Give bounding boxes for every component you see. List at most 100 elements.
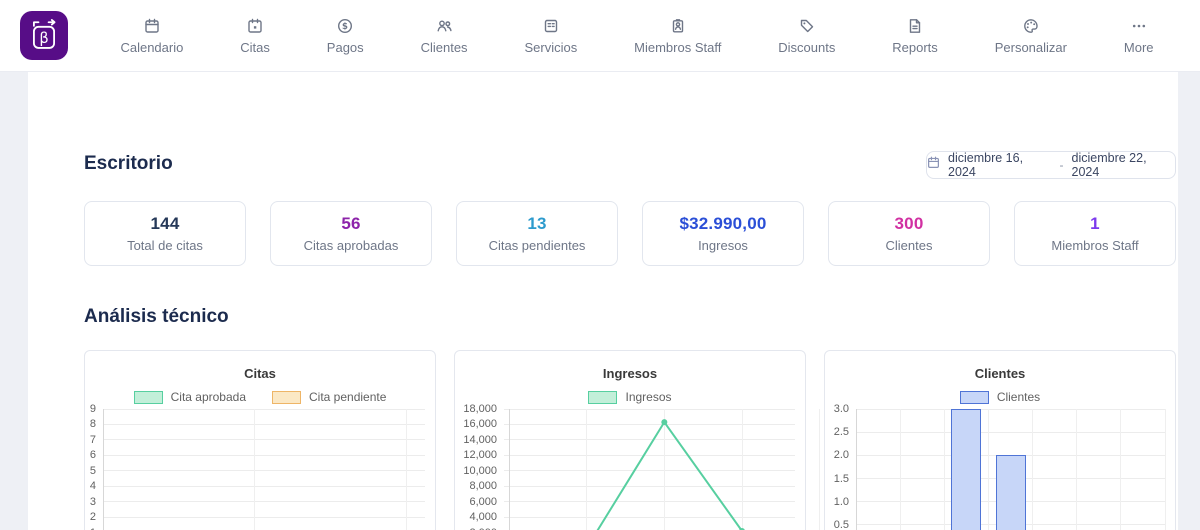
y-axis-tick-label: 3.0 xyxy=(825,403,849,415)
gridline xyxy=(103,409,104,530)
nav-item-label: Discounts xyxy=(778,40,835,55)
calendar-icon xyxy=(144,18,160,35)
stat-value: 1 xyxy=(1090,214,1100,234)
stat-value: 56 xyxy=(341,214,360,234)
y-axis-tick-label: 3 xyxy=(85,496,96,508)
y-axis-tick-label: 18,000 xyxy=(455,403,497,415)
content-panel: Escritorio diciembre 16, 2024 - diciembr… xyxy=(28,72,1178,530)
y-axis-tick-label: 6 xyxy=(85,449,96,461)
date-range-end: diciembre 22, 2024 xyxy=(1072,151,1176,179)
stats-row: 144 Total de citas 56 Citas aprobadas 13 Cita… xyxy=(84,201,1176,266)
nav-item-reports[interactable]: Reports xyxy=(886,16,944,57)
y-axis-tick-label: 1.0 xyxy=(825,496,849,508)
y-axis-tick-label: 12,000 xyxy=(455,449,497,461)
chart-card-clientes: ClientesClientes00.51.01.52.02.53.0Dec 1… xyxy=(824,350,1176,530)
nav-item-discounts[interactable]: Discounts xyxy=(772,16,841,57)
stat-card-citas-aprobadas: 56 Citas aprobadas xyxy=(270,201,432,266)
nav-item-label: Miembros Staff xyxy=(634,40,721,55)
gridline xyxy=(1076,409,1077,530)
nav-item-miembros-staff[interactable]: Miembros Staff xyxy=(628,16,727,57)
stat-label: Citas aprobadas xyxy=(304,238,399,253)
y-axis-tick-label: 0.5 xyxy=(825,519,849,530)
nav-item-personalizar[interactable]: Personalizar xyxy=(989,16,1073,57)
legend-swatch xyxy=(272,391,301,404)
nav-item-more[interactable]: More xyxy=(1118,16,1160,57)
nav-item-servicios[interactable]: Servicios xyxy=(518,16,583,57)
nav-item-label: Reports xyxy=(892,40,938,55)
legend-entry: Cita pendiente xyxy=(272,390,386,404)
legend-entry: Cita aprobada xyxy=(134,390,246,404)
bar-clientes xyxy=(951,409,981,530)
y-axis-tick-label: 8 xyxy=(85,418,96,430)
nav-item-clientes[interactable]: Clientes xyxy=(415,16,474,57)
legend-label: Cita aprobada xyxy=(171,390,246,404)
y-axis-tick-label: 1 xyxy=(85,527,96,530)
chart-legend: Ingresos xyxy=(455,390,805,404)
stat-card-ingresos: $32.990,00Ingresos xyxy=(642,201,804,266)
stat-label: Total de citas xyxy=(127,238,203,253)
clients-icon xyxy=(436,18,453,35)
section-title-analysis: Análisis técnico xyxy=(84,306,229,328)
gridline xyxy=(944,409,945,530)
legend-swatch xyxy=(588,391,617,404)
y-axis-tick-label: 2,000 xyxy=(455,527,497,530)
nav-item-calendario[interactable]: Calendario xyxy=(114,16,189,57)
date-range-picker[interactable]: diciembre 16, 2024 - diciembre 22, 2024 xyxy=(926,151,1176,179)
chart-plot-area: 00.51.01.52.02.53.0Dec 16Dec 17Dec 18Dec… xyxy=(856,409,1165,530)
gridline xyxy=(103,424,425,425)
gridline xyxy=(103,486,425,487)
tag-icon xyxy=(799,18,815,35)
nav-item-label: Calendario xyxy=(120,40,183,55)
y-axis-tick-label: 4 xyxy=(85,480,96,492)
legend-entry: Clientes xyxy=(960,390,1040,404)
report-icon xyxy=(907,18,923,35)
gridline xyxy=(856,432,1165,433)
gridline xyxy=(900,409,901,530)
gridline xyxy=(103,409,425,410)
calendar-icon xyxy=(927,156,940,174)
gridline xyxy=(1120,409,1121,530)
stat-label: Citas pendientes xyxy=(489,238,586,253)
services-icon xyxy=(543,18,559,35)
stat-card-total-de-citas: 144 Total de citas xyxy=(84,201,246,266)
y-axis-tick-label: 8,000 xyxy=(455,480,497,492)
stat-value: 144 xyxy=(151,214,180,234)
gridline xyxy=(856,409,857,530)
app-logo[interactable]: β xyxy=(20,11,68,60)
bar-clientes xyxy=(996,455,1026,530)
y-axis-tick-label: 2 xyxy=(85,511,96,523)
y-axis-tick-label: 7 xyxy=(85,434,96,446)
gridline xyxy=(254,409,255,530)
chart-legend: Clientes xyxy=(825,390,1175,404)
y-axis-tick-label: 9 xyxy=(85,403,96,415)
staff-icon xyxy=(670,18,686,35)
gridline xyxy=(856,409,1165,410)
svg-text:$: $ xyxy=(342,22,348,32)
chart-card-ingresos: IngresosIngresos02,0004,0006,0008,00010,… xyxy=(454,350,806,530)
nav-item-pagos[interactable]: $Pagos xyxy=(321,16,370,57)
gridline xyxy=(103,470,425,471)
gridline xyxy=(1032,409,1033,530)
svg-text:β: β xyxy=(39,29,48,46)
gridline xyxy=(988,409,989,530)
chart-legend: Cita aprobada Cita pendiente xyxy=(85,390,435,404)
page-title: Escritorio xyxy=(84,153,173,175)
nav-item-label: Citas xyxy=(240,40,270,55)
gridline xyxy=(103,455,425,456)
legend-swatch xyxy=(960,391,989,404)
nav-item-label: Clientes xyxy=(421,40,468,55)
y-axis-tick-label: 10,000 xyxy=(455,465,497,477)
legend-entry: Ingresos xyxy=(588,390,671,404)
y-axis-tick-label: 6,000 xyxy=(455,496,497,508)
legend-label: Ingresos xyxy=(625,390,671,404)
nav-item-citas[interactable]: Citas xyxy=(234,16,276,57)
chart-title: Citas xyxy=(85,366,435,381)
gridline xyxy=(103,501,425,502)
legend-label: Clientes xyxy=(997,390,1040,404)
stat-value: 300 xyxy=(895,214,924,234)
chart-title: Ingresos xyxy=(455,366,805,381)
stat-value: 13 xyxy=(527,214,546,234)
legend-label: Cita pendiente xyxy=(309,390,386,404)
y-axis-tick-label: 5 xyxy=(85,465,96,477)
y-axis-tick-label: 2.0 xyxy=(825,449,849,461)
